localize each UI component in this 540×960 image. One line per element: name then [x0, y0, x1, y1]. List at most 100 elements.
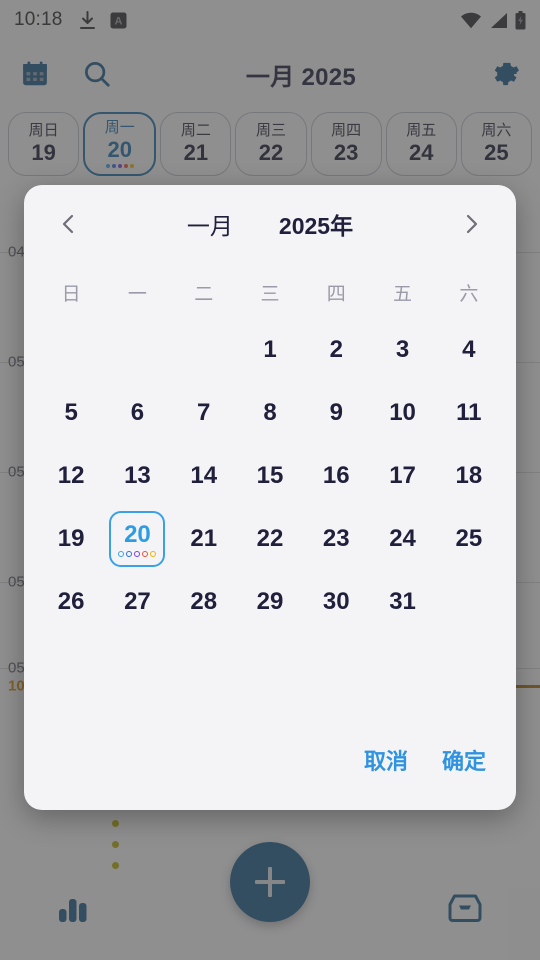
- calendar-day[interactable]: 18: [436, 444, 502, 507]
- calendar-day[interactable]: 17: [369, 444, 435, 507]
- calendar-day[interactable]: 3: [369, 318, 435, 381]
- calendar-day[interactable]: 27: [104, 570, 170, 633]
- calendar-day[interactable]: 7: [171, 381, 237, 444]
- calendar-day[interactable]: 19: [38, 507, 104, 570]
- weekday-header: 三: [260, 284, 280, 305]
- calendar-day-box: 7: [197, 399, 210, 427]
- calendar-day[interactable]: 13: [104, 444, 170, 507]
- calendar-day[interactable]: 21: [171, 507, 237, 570]
- calendar-day-box: 17: [389, 462, 416, 490]
- calendar-day[interactable]: 2: [303, 318, 369, 381]
- cancel-button[interactable]: 取消: [364, 744, 408, 776]
- weekday-header: 日: [61, 284, 81, 305]
- month-label[interactable]: 一月: [187, 207, 233, 241]
- chevron-left-icon[interactable]: [46, 201, 92, 247]
- calendar-day-number: 5: [64, 398, 78, 426]
- calendar-day-number: 23: [322, 524, 350, 552]
- calendar-day-number: 15: [256, 461, 284, 489]
- calendar-day-number: 30: [322, 587, 350, 615]
- calendar-day-box: 8: [263, 399, 276, 427]
- calendar-day-number: 1: [263, 335, 277, 363]
- calendar-day-box: 10: [389, 399, 416, 427]
- year-label[interactable]: 2025年: [279, 207, 353, 241]
- calendar-day[interactable]: 31: [369, 570, 435, 633]
- date-picker-header: 一月 2025年: [24, 185, 516, 263]
- calendar-day[interactable]: 14: [171, 444, 237, 507]
- calendar-day-box: 14: [190, 462, 217, 490]
- calendar-day-box: 20: [109, 510, 166, 567]
- calendar-day-number: 13: [124, 461, 151, 489]
- calendar-day-box: 6: [131, 399, 144, 427]
- calendar-day[interactable]: 10: [369, 381, 435, 444]
- calendar-day-box: 2: [330, 336, 343, 364]
- calendar-day-number: 14: [190, 461, 218, 489]
- calendar-day[interactable]: 28: [171, 570, 237, 633]
- calendar-day[interactable]: 8: [237, 381, 303, 444]
- calendar-day-number: 28: [190, 587, 218, 615]
- calendar-day-box: 19: [58, 525, 85, 553]
- calendar-day[interactable]: 9: [303, 381, 369, 444]
- calendar-day-box: 13: [124, 462, 151, 490]
- calendar-day-number: 16: [322, 461, 350, 489]
- calendar-day-box: 1: [263, 336, 276, 364]
- weekday-header: 六: [459, 284, 479, 305]
- calendar-day-number: 18: [455, 461, 483, 489]
- calendar-day-grid: 1 2 3 4 5 6 7 8 9 10 11 12 13 14 15 16 17 18 19 20 21 22 23 24 2…: [24, 312, 516, 633]
- calendar-day-number: 2: [329, 335, 343, 363]
- calendar-day-box: 3: [396, 336, 409, 364]
- calendar-day-box: 16: [323, 462, 350, 490]
- calendar-day[interactable]: 15: [237, 444, 303, 507]
- confirm-button[interactable]: 确定: [442, 744, 486, 776]
- calendar-day-number: 22: [256, 524, 284, 552]
- calendar-day[interactable]: 22: [237, 507, 303, 570]
- calendar-day-box: 30: [323, 588, 350, 616]
- calendar-day[interactable]: 23: [303, 507, 369, 570]
- calendar-day-number: 3: [395, 335, 410, 363]
- calendar-day[interactable]: 4: [436, 318, 502, 381]
- calendar-day[interactable]: 6: [104, 381, 170, 444]
- calendar-day-box: 4: [462, 336, 475, 364]
- calendar-day[interactable]: 12: [38, 444, 104, 507]
- calendar-day-number: 12: [57, 461, 85, 489]
- calendar-day-box: 9: [330, 399, 343, 427]
- calendar-day-box: 24: [389, 525, 416, 553]
- calendar-day-selected[interactable]: 20: [104, 507, 170, 570]
- app-screen: 10:18 A: [0, 0, 540, 960]
- calendar-day-number: 31: [389, 587, 416, 615]
- calendar-day-empty: [38, 318, 104, 381]
- calendar-day-number: 8: [263, 398, 277, 426]
- calendar-day-box: 25: [455, 525, 482, 553]
- weekday-header: 四: [326, 284, 346, 305]
- calendar-day-number: 29: [256, 587, 284, 615]
- calendar-day-box: 21: [190, 525, 217, 553]
- calendar-day[interactable]: 25: [436, 507, 502, 570]
- calendar-day[interactable]: 30: [303, 570, 369, 633]
- calendar-day[interactable]: 29: [237, 570, 303, 633]
- calendar-day[interactable]: 5: [38, 381, 104, 444]
- calendar-day-box: 28: [190, 588, 217, 616]
- calendar-day-number: 24: [389, 524, 416, 552]
- calendar-day-number: 27: [124, 587, 151, 615]
- chevron-right-icon[interactable]: [448, 201, 494, 247]
- calendar-day[interactable]: 11: [436, 381, 502, 444]
- calendar-day-number: 9: [329, 398, 343, 426]
- calendar-day-number: 7: [197, 398, 211, 426]
- calendar-day-number: 19: [57, 524, 85, 552]
- date-picker-title-group: 一月 2025年: [92, 207, 448, 241]
- calendar-day[interactable]: 1: [237, 318, 303, 381]
- calendar-day-box: 15: [257, 462, 284, 490]
- calendar-day[interactable]: 16: [303, 444, 369, 507]
- calendar-day-box: 29: [257, 588, 284, 616]
- date-picker-actions: 取消 确定: [24, 744, 516, 810]
- calendar-day-empty: [171, 318, 237, 381]
- calendar-day[interactable]: 26: [38, 570, 104, 633]
- calendar-day-box: 12: [58, 462, 85, 490]
- calendar-day-box: 11: [456, 399, 481, 427]
- calendar-day-number: 17: [389, 461, 416, 489]
- calendar-day-number: 10: [389, 398, 416, 426]
- calendar-day-box: 26: [58, 588, 85, 616]
- calendar-day-event-dots: [118, 550, 157, 557]
- calendar-day[interactable]: 24: [369, 507, 435, 570]
- calendar-day-number: 20: [124, 520, 151, 548]
- calendar-day-number: 26: [57, 587, 85, 615]
